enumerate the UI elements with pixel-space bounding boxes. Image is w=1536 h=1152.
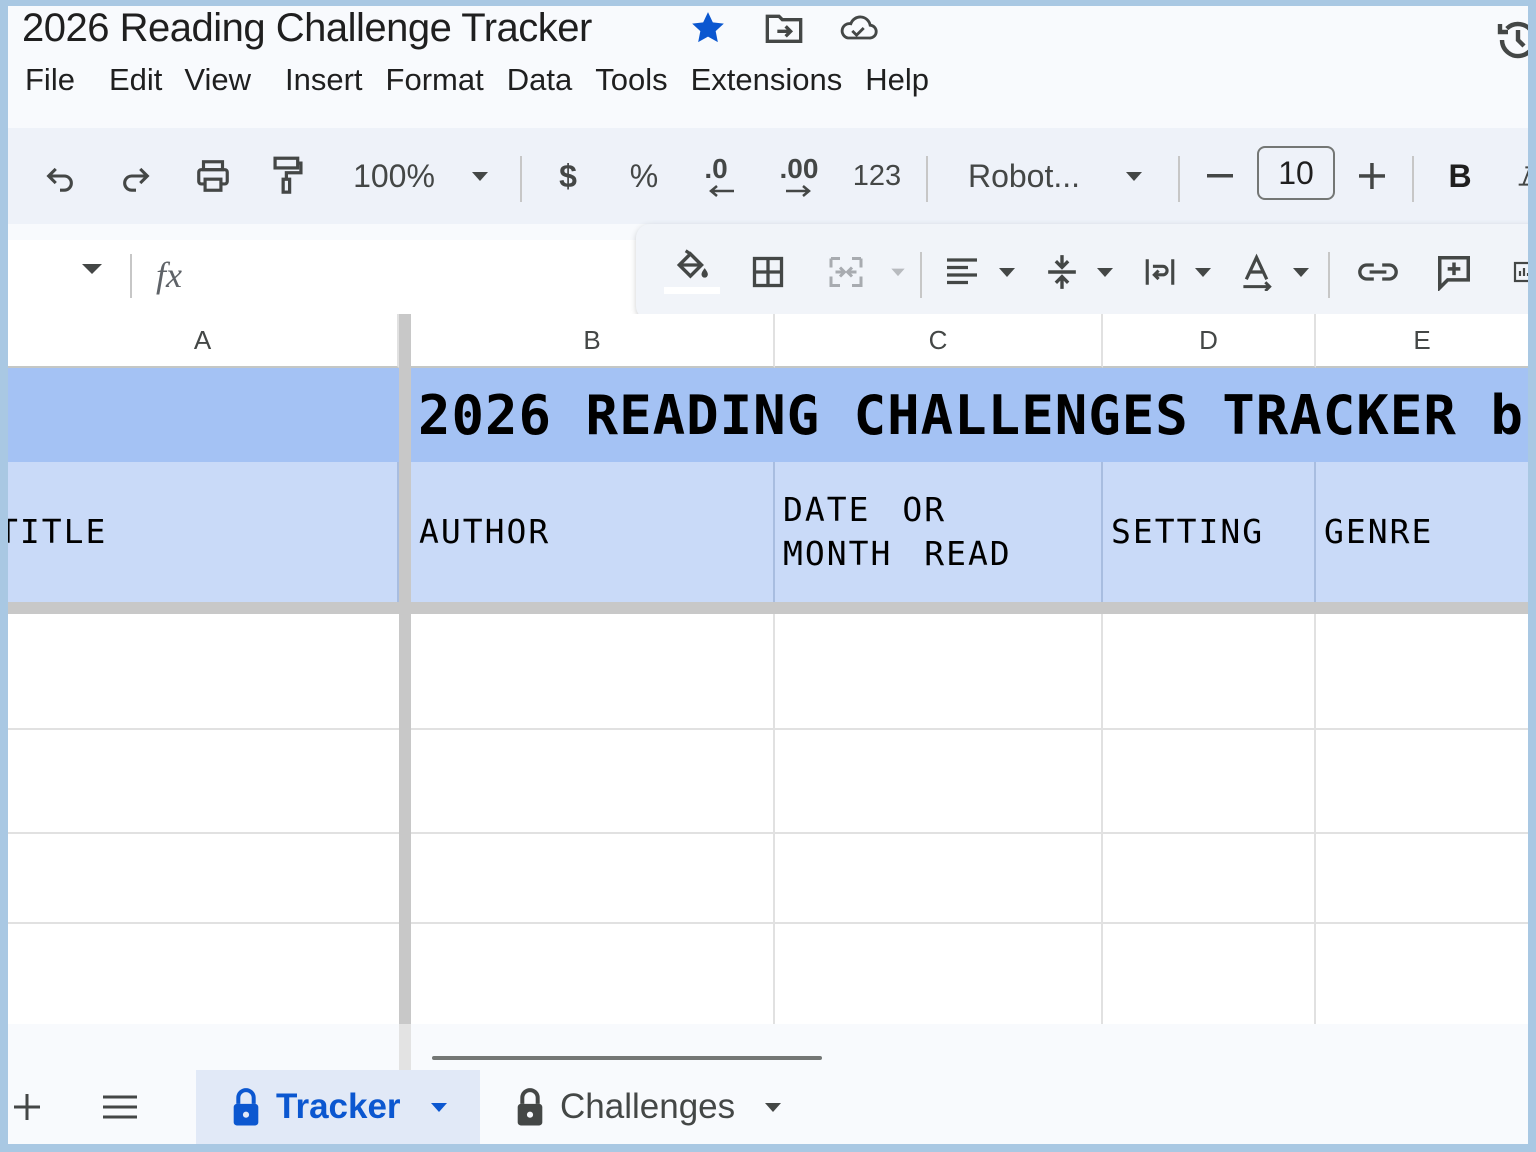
header-cell-title[interactable]: TITLE [8, 462, 399, 602]
sheet-tab-challenges[interactable]: Challenges [480, 1070, 800, 1144]
menu-tools[interactable]: Tools [589, 60, 684, 100]
sheet-tab-label: Challenges [560, 1087, 736, 1126]
function-icon: fx [156, 255, 182, 295]
lock-icon [230, 1087, 262, 1127]
horizontal-scrollbar[interactable] [8, 1024, 1528, 1070]
insert-comment-icon[interactable] [1432, 246, 1476, 298]
column-header-b[interactable]: B [411, 314, 775, 368]
sheet-tab-bar: Tracker Challenges [8, 1070, 1528, 1144]
merge-cells-icon [824, 246, 868, 298]
column-header-c[interactable]: C [775, 314, 1103, 368]
wrap-dropdown-icon[interactable] [1190, 246, 1216, 298]
fill-color-icon[interactable] [664, 244, 720, 296]
table-header-row: TITLE AUTHOR DATE OR MONTH READ SETTING … [8, 462, 1528, 602]
column-header-d[interactable]: D [1103, 314, 1316, 368]
decrease-decimal-label: .0 [704, 153, 728, 184]
document-title[interactable]: 2026 Reading Challenge Tracker [22, 6, 592, 50]
print-icon[interactable] [190, 150, 236, 202]
table-row[interactable] [8, 614, 1528, 730]
spreadsheet-grid[interactable]: A B C D E 2026 READING CHALLENGES TRACKE… [8, 314, 1528, 1074]
table-row[interactable] [8, 834, 1528, 924]
menu-format[interactable]: Format [380, 60, 501, 100]
main-toolbar: 100% $ % .0 .00 123 Robot... 10 B [8, 128, 1528, 224]
version-history-icon[interactable] [1494, 16, 1528, 64]
tab-dropdown-icon[interactable] [429, 1101, 449, 1113]
menu-help[interactable]: Help [859, 60, 946, 100]
font-dropdown-icon[interactable] [1120, 150, 1148, 202]
spreadsheet-window: 2026 Reading Challenge Tracker File Edit… [8, 6, 1528, 1144]
vertical-align-icon[interactable] [1040, 246, 1084, 298]
font-size-input[interactable]: 10 [1257, 146, 1335, 200]
frozen-rows-divider[interactable] [8, 602, 1528, 614]
insert-chart-icon[interactable] [1512, 246, 1528, 298]
text-wrapping-icon[interactable] [1138, 246, 1182, 298]
currency-format-button[interactable]: $ [550, 150, 586, 202]
font-family-select[interactable]: Robot... [962, 150, 1086, 202]
bold-button[interactable]: B [1440, 150, 1480, 202]
increase-decimal-label: .00 [779, 153, 819, 184]
paint-format-icon[interactable] [266, 150, 310, 202]
menu-view[interactable]: View [179, 60, 268, 100]
undo-icon[interactable] [38, 150, 82, 202]
scrollbar-thumb[interactable] [432, 1056, 822, 1060]
italic-icon[interactable] [1516, 150, 1528, 202]
number-format-button[interactable]: 123 [852, 150, 902, 202]
column-header-a[interactable]: A [8, 314, 399, 368]
add-sheet-icon[interactable] [10, 1070, 44, 1144]
zoom-value[interactable]: 100% [348, 150, 440, 202]
arrow-right-icon [786, 185, 811, 197]
sheet-tab-label: Tracker [276, 1087, 401, 1126]
increase-decimal-button[interactable]: .00 [774, 150, 824, 202]
header-cell-author[interactable]: AUTHOR [411, 462, 775, 602]
banner-title: 2026 READING CHALLENGES TRACKER b [418, 384, 1524, 447]
menu-edit[interactable]: Edit [92, 60, 179, 100]
horizontal-align-icon[interactable] [940, 246, 984, 298]
merge-dropdown-icon [886, 246, 910, 298]
table-row[interactable] [8, 730, 1528, 834]
menu-file[interactable]: File [8, 60, 92, 100]
header-cell-genre[interactable]: GENRE [1316, 462, 1528, 602]
insert-link-icon[interactable] [1354, 246, 1402, 298]
cloud-saved-icon[interactable] [838, 10, 878, 46]
text-rotation-icon[interactable] [1236, 246, 1280, 298]
redo-icon[interactable] [114, 150, 158, 202]
name-box-dropdown-icon[interactable] [80, 262, 104, 286]
header-cell-setting[interactable]: SETTING [1103, 462, 1316, 602]
star-icon[interactable] [688, 10, 728, 46]
zoom-dropdown-icon[interactable] [466, 150, 494, 202]
header-cell-date-read[interactable]: DATE OR MONTH READ [775, 462, 1103, 602]
menu-data[interactable]: Data [501, 60, 589, 100]
menu-insert[interactable]: Insert [268, 60, 380, 100]
format-toolbar-overflow [636, 224, 1528, 320]
align-dropdown-icon[interactable] [994, 246, 1020, 298]
valign-dropdown-icon[interactable] [1092, 246, 1118, 298]
increase-font-size-icon[interactable] [1352, 150, 1392, 202]
sheet-tab-tracker[interactable]: Tracker [196, 1070, 480, 1144]
tab-dropdown-icon[interactable] [763, 1101, 783, 1113]
banner-row[interactable]: 2026 READING CHALLENGES TRACKER b [8, 368, 1528, 462]
decrease-decimal-button[interactable]: .0 [698, 150, 744, 202]
lock-icon [514, 1087, 546, 1127]
frozen-columns-divider[interactable] [399, 314, 411, 1074]
percent-format-button[interactable]: % [626, 150, 662, 202]
borders-icon[interactable] [746, 246, 790, 298]
table-row[interactable] [8, 924, 1528, 1034]
menu-extensions[interactable]: Extensions [685, 60, 860, 100]
decrease-font-size-icon[interactable] [1200, 150, 1240, 202]
all-sheets-icon[interactable] [100, 1070, 140, 1144]
rotation-dropdown-icon[interactable] [1288, 246, 1314, 298]
column-header-e[interactable]: E [1316, 314, 1528, 368]
move-folder-icon[interactable] [764, 10, 804, 46]
fill-color-swatch [664, 286, 720, 294]
arrow-left-icon [709, 185, 734, 197]
menu-bar: File Edit View Insert Format Data Tools … [8, 60, 946, 100]
